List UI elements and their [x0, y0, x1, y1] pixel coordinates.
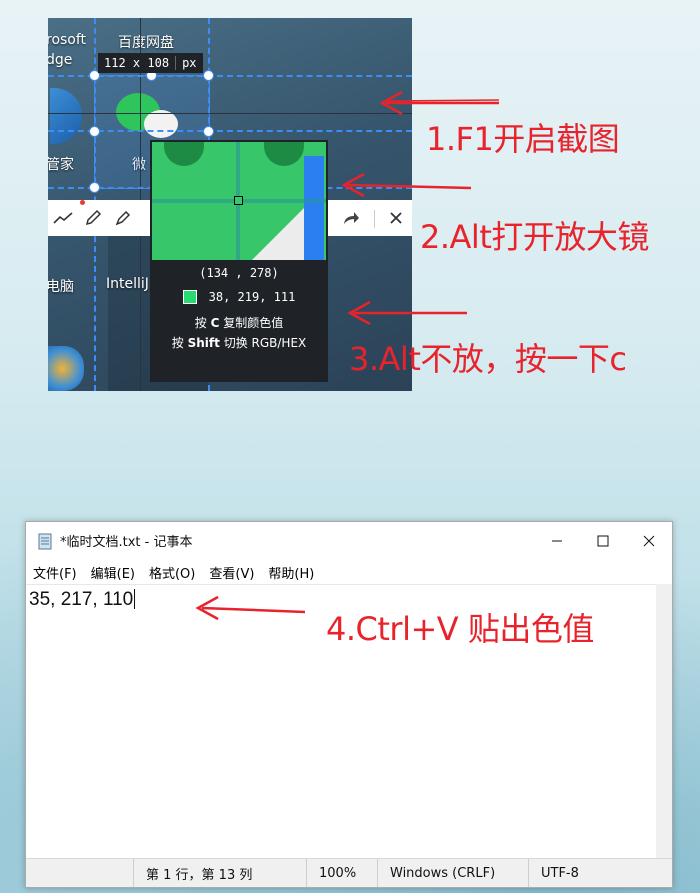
status-bar: 第 1 行，第 13 列 100% Windows (CRLF) UTF-8: [26, 858, 672, 887]
color-value-row: 38, 219, 111: [150, 290, 328, 304]
magnifier-zoom-view: [152, 142, 326, 260]
hint-text: 复制颜色值: [223, 316, 284, 330]
wechat-icon-bubble: [144, 110, 178, 138]
selection-size-badge: 112 x 108 px: [98, 53, 203, 73]
status-position: 第 1 行，第 13 列: [133, 859, 306, 887]
desktop-label: dge: [48, 52, 73, 68]
editor-content: 35, 217, 110: [29, 589, 136, 611]
resize-handle-l[interactable]: [89, 126, 100, 137]
arrow-icon: [347, 300, 467, 326]
qq-desktop-icon: [48, 346, 84, 391]
cursor-coordinates: (134 , 278): [199, 266, 279, 280]
color-swatch: [182, 290, 197, 304]
resize-handle-tr[interactable]: [203, 70, 214, 81]
window-title: *临时文档.txt - 记事本: [60, 535, 193, 550]
edge-desktop-icon: [50, 88, 82, 144]
redo-icon[interactable]: [336, 203, 366, 233]
pencil-icon[interactable]: [78, 203, 108, 233]
line-chart-icon[interactable]: [48, 203, 78, 233]
resize-handle-bl[interactable]: [89, 182, 100, 193]
hint-text: 按: [171, 336, 184, 350]
step3-annotation: 3.Alt不放，按一下c: [349, 340, 627, 378]
menu-view[interactable]: 查看(V): [202, 563, 261, 582]
desktop-label: 管家: [48, 157, 74, 173]
notepad-icon: [38, 533, 52, 549]
close-button[interactable]: [626, 522, 672, 559]
hint-text: 切换 RGB/HEX: [223, 336, 307, 350]
maximize-button[interactable]: [580, 522, 626, 559]
step1-annotation: 1.F1开启截图: [426, 120, 620, 158]
toggle-format-hint: 按 Shift 切换 RGB/HEX: [150, 334, 328, 351]
hint-text: 按: [194, 316, 207, 330]
copy-color-hint: 按 C 复制颜色值: [150, 314, 328, 331]
text-caret: [134, 589, 136, 609]
arrow-icon: [341, 172, 472, 198]
size-unit: px: [175, 56, 202, 70]
step2-annotation: 2.Alt打开放大镜: [420, 218, 649, 256]
guide-dash-mid: [48, 130, 412, 132]
zoom-pixel-block: [164, 142, 204, 166]
menu-format[interactable]: 格式(O): [142, 563, 202, 582]
desktop-label: 百度网盘: [118, 35, 174, 51]
title-bar[interactable]: *临时文档.txt - 记事本: [26, 522, 672, 559]
resize-handle-r[interactable]: [203, 126, 214, 137]
arrow-icon: [195, 595, 306, 621]
color-rgb-value: 38, 219, 111: [208, 290, 296, 304]
menu-bar: 文件(F) 编辑(E) 格式(O) 查看(V) 帮助(H): [26, 560, 672, 584]
desktop-label: 电脑: [48, 279, 74, 295]
menu-help[interactable]: 帮助(H): [261, 563, 321, 582]
menu-edit[interactable]: 编辑(E): [84, 563, 142, 582]
status-line-ending: Windows (CRLF): [377, 859, 528, 887]
toolbar-divider: [374, 210, 375, 228]
status-encoding: UTF-8: [528, 859, 641, 887]
color-magnifier: (134 , 278) 38, 219, 111 按 C 复制颜色值 按 Shi…: [150, 140, 328, 382]
hint-key: Shift: [187, 336, 220, 350]
magnifier-center-pixel: [234, 196, 243, 205]
notepad-window: *临时文档.txt - 记事本 文件(F) 编辑(E) 格式(O) 查看(V) …: [25, 521, 673, 888]
hint-key: C: [210, 316, 220, 330]
guide-line: [48, 113, 412, 114]
minimize-button[interactable]: [534, 522, 580, 559]
menu-file[interactable]: 文件(F): [26, 563, 84, 582]
guide-dash-top: [48, 75, 412, 77]
zoom-pixel-block: [250, 204, 308, 260]
status-zoom: 100%: [306, 859, 377, 887]
marker-icon[interactable]: [108, 203, 138, 233]
zoom-pixel-block: [304, 156, 324, 260]
status-spacer: [26, 859, 133, 887]
vertical-scrollbar[interactable]: [656, 584, 672, 858]
step4-annotation: 4.Ctrl+V 贴出色值: [326, 610, 594, 648]
zoom-pixel-block: [264, 142, 304, 166]
close-icon[interactable]: [381, 203, 411, 233]
desktop-label: rosoft: [48, 32, 87, 48]
size-width: 112 x 108: [104, 56, 170, 70]
editor-text: 35, 217, 110: [29, 589, 134, 610]
color-indicator-dot: [80, 200, 85, 205]
